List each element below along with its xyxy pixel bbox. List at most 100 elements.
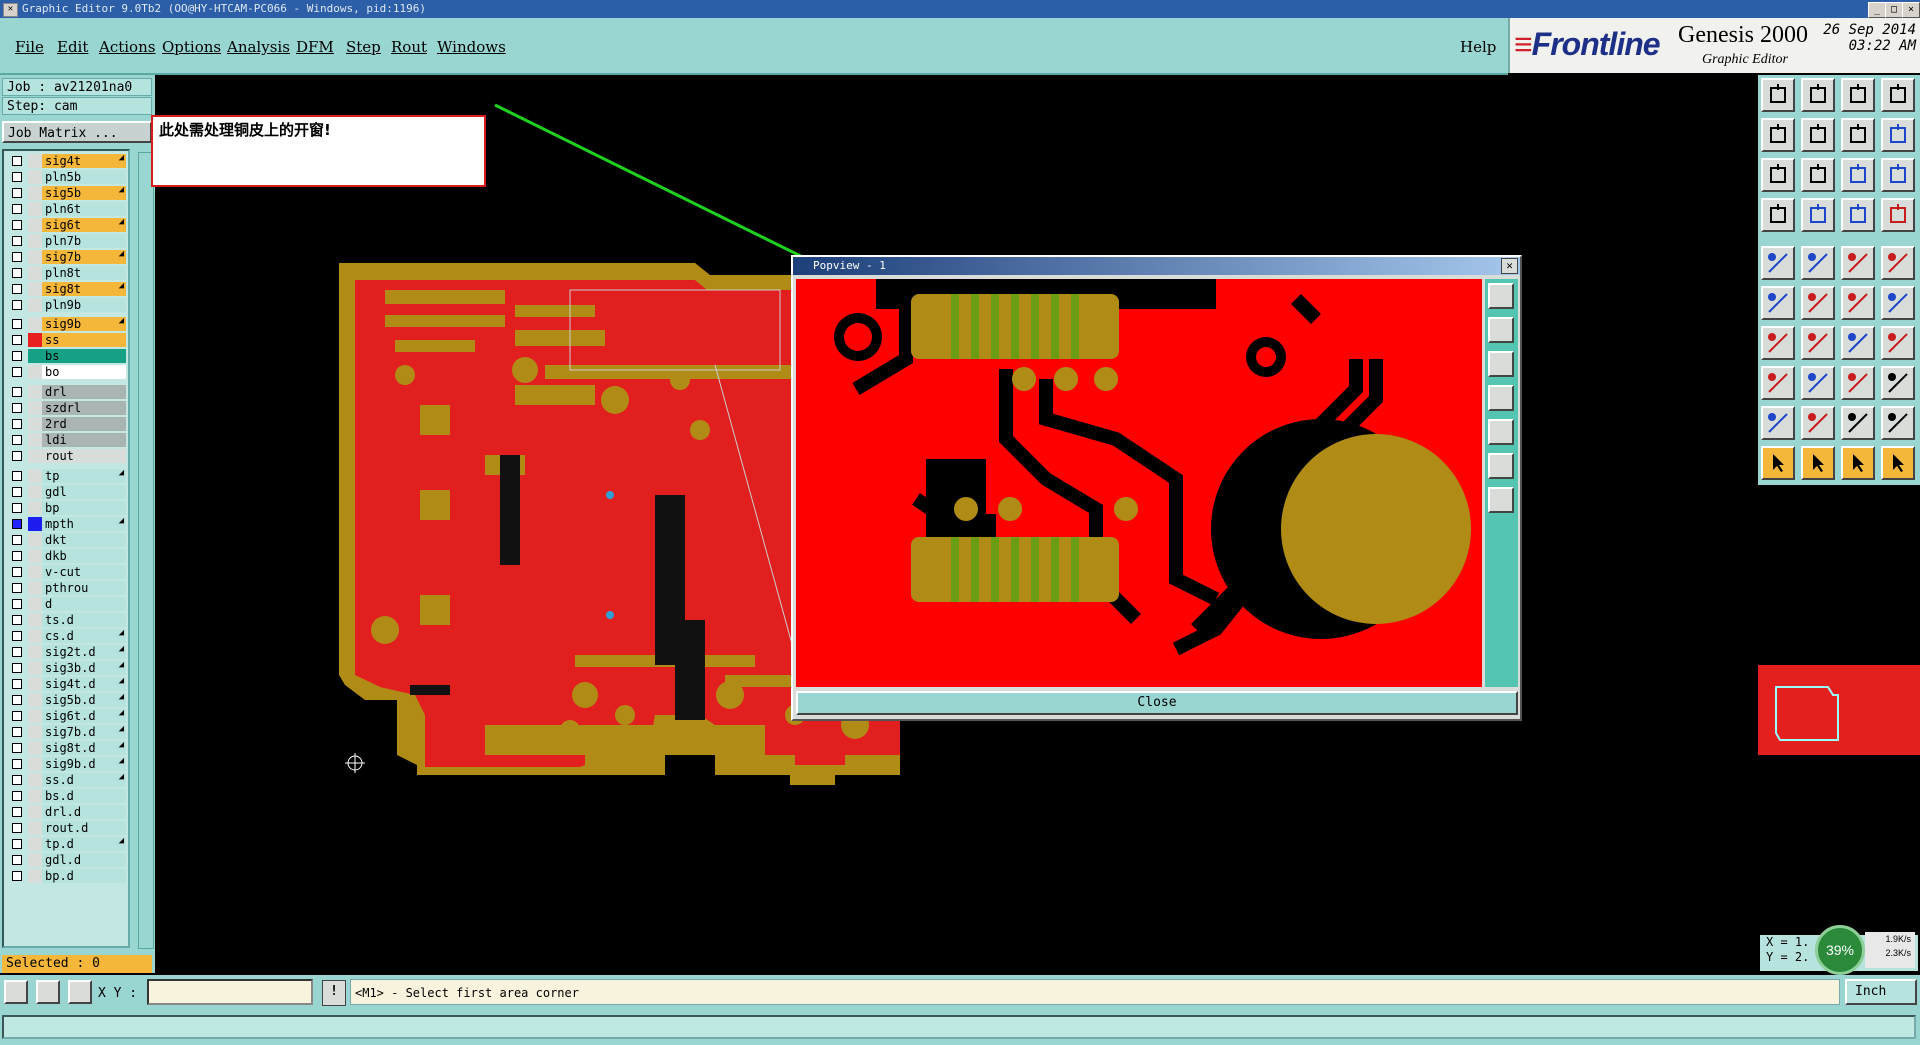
menu-windows[interactable]: Windows bbox=[437, 38, 506, 56]
layer-color-swatch[interactable] bbox=[28, 385, 42, 399]
popview-title-bar[interactable]: Popview - 1 ✕ bbox=[793, 257, 1520, 275]
layer-checkbox[interactable] bbox=[12, 807, 22, 817]
layer-checkbox[interactable] bbox=[12, 727, 22, 737]
toolbar-button-18[interactable] bbox=[1801, 246, 1835, 280]
layer-color-swatch[interactable] bbox=[28, 597, 42, 611]
layer-row[interactable]: ldi bbox=[4, 432, 128, 448]
layer-color-swatch[interactable] bbox=[28, 629, 42, 643]
layer-color-swatch[interactable] bbox=[28, 202, 42, 216]
layer-checkbox[interactable] bbox=[12, 711, 22, 721]
layer-checkbox[interactable] bbox=[12, 387, 22, 397]
layer-checkbox[interactable] bbox=[12, 855, 22, 865]
layer-color-swatch[interactable] bbox=[28, 186, 42, 200]
toolbar-button-7[interactable] bbox=[1841, 118, 1875, 152]
layer-row[interactable]: pln8t bbox=[4, 265, 128, 281]
layer-name[interactable]: ss.d bbox=[42, 773, 126, 787]
layer-color-swatch[interactable] bbox=[28, 266, 42, 280]
layer-checkbox[interactable] bbox=[12, 551, 22, 561]
layer-name[interactable]: sig5b.d bbox=[42, 693, 126, 707]
layer-name[interactable]: ts.d bbox=[42, 613, 126, 627]
layer-checkbox[interactable] bbox=[12, 567, 22, 577]
layer-name[interactable]: szdrl bbox=[42, 401, 126, 415]
close-window-button[interactable]: × bbox=[1902, 2, 1920, 18]
layer-color-swatch[interactable] bbox=[28, 549, 42, 563]
status-tool-1-icon[interactable] bbox=[4, 980, 28, 1004]
layer-name[interactable]: bp.d bbox=[42, 869, 126, 883]
layer-color-swatch[interactable] bbox=[28, 869, 42, 883]
toolbar-button-37[interactable] bbox=[1761, 446, 1795, 480]
layer-checkbox[interactable] bbox=[12, 435, 22, 445]
toolbar-button-1[interactable] bbox=[1761, 78, 1795, 112]
layer-color-swatch[interactable] bbox=[28, 282, 42, 296]
layer-checkbox[interactable] bbox=[12, 535, 22, 545]
layer-checkbox[interactable] bbox=[12, 695, 22, 705]
layer-color-swatch[interactable] bbox=[28, 170, 42, 184]
layer-checkbox[interactable] bbox=[12, 236, 22, 246]
layer-color-swatch[interactable] bbox=[28, 469, 42, 483]
toolbar-button-40[interactable] bbox=[1881, 446, 1915, 480]
layer-name[interactable]: sig3b.d bbox=[42, 661, 126, 675]
layer-row[interactable]: dkb bbox=[4, 548, 128, 564]
toolbar-button-23[interactable] bbox=[1841, 286, 1875, 320]
toolbar-button-20[interactable] bbox=[1881, 246, 1915, 280]
layer-name[interactable]: pln5b bbox=[42, 170, 126, 184]
popview-tool-1[interactable] bbox=[1488, 283, 1514, 309]
toolbar-button-24[interactable] bbox=[1881, 286, 1915, 320]
toolbar-button-16[interactable] bbox=[1881, 198, 1915, 232]
xy-input[interactable] bbox=[147, 979, 313, 1005]
app-icon[interactable]: ✕ bbox=[3, 3, 18, 17]
layer-row[interactable]: tp.d ◢ bbox=[4, 836, 128, 852]
layer-color-swatch[interactable] bbox=[28, 234, 42, 248]
layer-name[interactable]: gdl bbox=[42, 485, 126, 499]
layer-name[interactable]: sig4t bbox=[42, 154, 126, 168]
layer-color-swatch[interactable] bbox=[28, 401, 42, 415]
layer-checkbox[interactable] bbox=[12, 252, 22, 262]
layer-name[interactable]: pthrou bbox=[42, 581, 126, 595]
maximize-button[interactable]: □ bbox=[1885, 2, 1903, 18]
popview-tool-3[interactable] bbox=[1488, 351, 1514, 377]
layer-row[interactable]: sig7b ◢ bbox=[4, 249, 128, 265]
layer-name[interactable]: tp.d bbox=[42, 837, 126, 851]
popview-tool-6[interactable] bbox=[1488, 453, 1514, 479]
toolbar-button-35[interactable] bbox=[1841, 406, 1875, 440]
menu-rout[interactable]: Rout bbox=[391, 38, 427, 56]
layer-color-swatch[interactable] bbox=[28, 218, 42, 232]
layer-checkbox[interactable] bbox=[12, 351, 22, 361]
layer-row[interactable]: sig6t.d ◢ bbox=[4, 708, 128, 724]
menu-analysis[interactable]: Analysis bbox=[227, 38, 290, 56]
toolbar-button-32[interactable] bbox=[1881, 366, 1915, 400]
layer-checkbox[interactable] bbox=[12, 471, 22, 481]
layer-row[interactable]: pln7b bbox=[4, 233, 128, 249]
layer-row[interactable]: gdl.d bbox=[4, 852, 128, 868]
menu-step[interactable]: Step bbox=[346, 38, 381, 56]
menu-file[interactable]: File bbox=[15, 38, 44, 56]
layer-name[interactable]: sig5b bbox=[42, 186, 126, 200]
layer-list-scrollbar[interactable] bbox=[138, 152, 154, 949]
layer-color-swatch[interactable] bbox=[28, 349, 42, 363]
layer-name[interactable]: pln8t bbox=[42, 266, 126, 280]
layer-checkbox[interactable] bbox=[12, 663, 22, 673]
layer-color-swatch[interactable] bbox=[28, 821, 42, 835]
layer-name[interactable]: 2rd bbox=[42, 417, 126, 431]
layer-color-swatch[interactable] bbox=[28, 773, 42, 787]
layer-row[interactable]: bs bbox=[4, 348, 128, 364]
toolbar-button-9[interactable] bbox=[1761, 158, 1795, 192]
layer-color-swatch[interactable] bbox=[28, 645, 42, 659]
popview-tool-5[interactable] bbox=[1488, 419, 1514, 445]
layer-row[interactable]: szdrl bbox=[4, 400, 128, 416]
units-dropdown[interactable]: Inch bbox=[1845, 979, 1917, 1005]
toolbar-button-26[interactable] bbox=[1801, 326, 1835, 360]
layer-color-swatch[interactable] bbox=[28, 417, 42, 431]
layer-checkbox[interactable] bbox=[12, 335, 22, 345]
toolbar-button-6[interactable] bbox=[1801, 118, 1835, 152]
layer-checkbox[interactable] bbox=[12, 519, 22, 529]
layer-name[interactable]: v-cut bbox=[42, 565, 126, 579]
menu-actions[interactable]: Actions bbox=[99, 38, 155, 56]
layer-checkbox[interactable] bbox=[12, 367, 22, 377]
toolbar-button-5[interactable] bbox=[1761, 118, 1795, 152]
layer-checkbox[interactable] bbox=[12, 220, 22, 230]
layer-row[interactable]: bp bbox=[4, 500, 128, 516]
layer-color-swatch[interactable] bbox=[28, 805, 42, 819]
layer-color-swatch[interactable] bbox=[28, 741, 42, 755]
layer-row[interactable]: sig9b ◢ bbox=[4, 316, 128, 332]
